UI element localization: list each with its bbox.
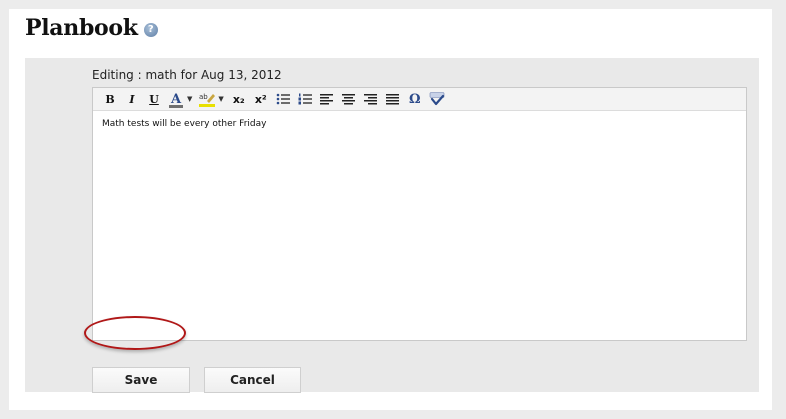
- title-row: Planbook ?: [25, 15, 158, 41]
- editor-content[interactable]: Math tests will be every other Friday: [93, 111, 746, 137]
- planbook-page: Planbook ? Editing : math for Aug 13, 20…: [9, 9, 772, 410]
- italic-button[interactable]: I: [123, 90, 141, 108]
- bold-button[interactable]: B: [101, 90, 119, 108]
- help-icon[interactable]: ?: [143, 22, 158, 37]
- editing-label: Editing : math for Aug 13, 2012: [92, 68, 282, 82]
- spellcheck-icon: [429, 92, 445, 106]
- font-color-dropdown-icon[interactable]: ▼: [187, 95, 192, 103]
- underline-button[interactable]: U: [145, 90, 163, 108]
- page-title: Planbook: [25, 15, 138, 41]
- rich-text-editor: B I U A ▼ ab ▼ x₂ x² Ω Math tests will b…: [92, 87, 747, 341]
- edit-panel: Editing : math for Aug 13, 2012 B I U A …: [25, 58, 759, 393]
- align-center-button[interactable]: [340, 90, 358, 108]
- highlight-color-button[interactable]: ab: [198, 90, 216, 108]
- font-color-button[interactable]: A: [167, 90, 185, 108]
- editor-toolbar: B I U A ▼ ab ▼ x₂ x² Ω: [93, 88, 746, 111]
- save-button[interactable]: Save: [92, 367, 190, 393]
- svg-text:ab: ab: [199, 93, 208, 101]
- subscript-button[interactable]: x₂: [230, 90, 248, 108]
- justify-button[interactable]: [384, 90, 402, 108]
- align-left-button[interactable]: [318, 90, 336, 108]
- spellcheck-button[interactable]: [428, 90, 446, 108]
- align-right-button[interactable]: [362, 90, 380, 108]
- align-justify-icon: [386, 93, 400, 104]
- cancel-button[interactable]: Cancel: [204, 367, 301, 393]
- bulleted-list-button[interactable]: [274, 90, 292, 108]
- numbered-list-icon: [298, 93, 312, 105]
- numbered-list-button[interactable]: [296, 90, 314, 108]
- highlighter-icon: ab: [199, 93, 216, 107]
- superscript-button[interactable]: x²: [252, 90, 270, 108]
- align-right-icon: [364, 93, 378, 104]
- align-left-icon: [320, 93, 334, 104]
- special-character-button[interactable]: Ω: [406, 90, 424, 108]
- align-center-icon: [342, 93, 356, 104]
- highlight-dropdown-icon[interactable]: ▼: [218, 95, 223, 103]
- bulleted-list-icon: [276, 93, 290, 105]
